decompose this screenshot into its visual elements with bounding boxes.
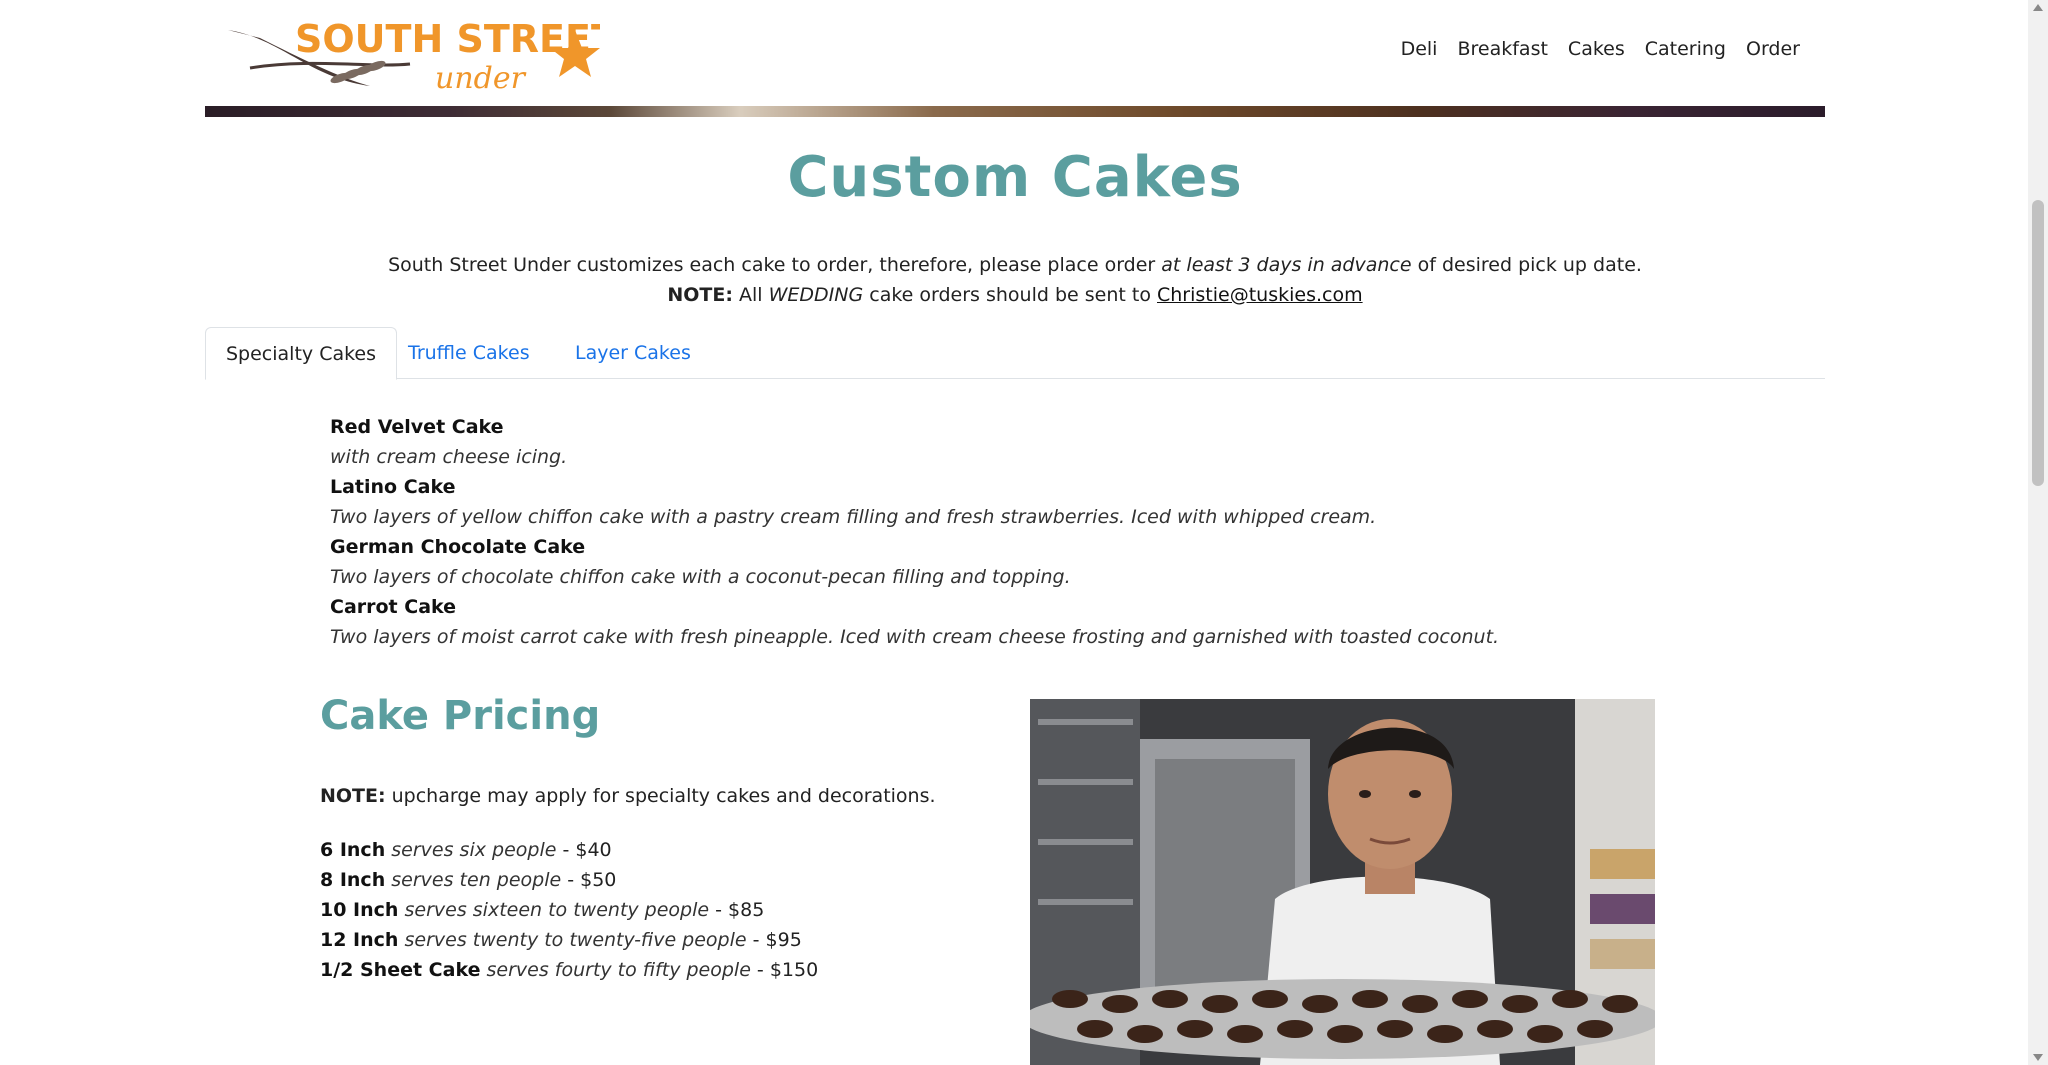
main-nav: Deli Breakfast Cakes Catering Order bbox=[1401, 38, 1800, 60]
nav-order[interactable]: Order bbox=[1746, 38, 1800, 60]
price-item: 6 Inch serves six people - $40 bbox=[320, 839, 612, 861]
price-size: 8 Inch bbox=[320, 869, 386, 891]
tab-layer-cakes[interactable]: Layer Cakes bbox=[555, 327, 711, 379]
price-size: 1/2 Sheet Cake bbox=[320, 959, 481, 981]
nav-cakes[interactable]: Cakes bbox=[1568, 38, 1625, 60]
pricing-note-text: upcharge may apply for specialty cakes a… bbox=[385, 785, 936, 807]
logo-text-main: SOUTH STREET bbox=[295, 17, 600, 61]
price-serves: serves ten people bbox=[391, 869, 562, 891]
pricing-title: Cake Pricing bbox=[320, 693, 601, 739]
price-value: $150 bbox=[769, 959, 819, 981]
scroll-up-icon[interactable] bbox=[2033, 4, 2043, 11]
cake-tabs: Specialty Cakes Truffle Cakes Layer Cake… bbox=[205, 327, 1825, 380]
cake-description: Two layers of chocolate chiffon cake wit… bbox=[330, 566, 1071, 588]
note-label: NOTE: bbox=[667, 284, 733, 306]
note-before: All bbox=[732, 284, 769, 306]
price-value: $95 bbox=[765, 929, 802, 951]
pricing-note: NOTE: upcharge may apply for specialty c… bbox=[320, 785, 936, 807]
page-title: Custom Cakes bbox=[787, 145, 1243, 210]
intro-emphasis: at least 3 days in advance bbox=[1161, 254, 1412, 276]
cake-description: Two layers of yellow chiffon cake with a… bbox=[330, 506, 1377, 528]
price-item: 12 Inch serves twenty to twenty-five peo… bbox=[320, 929, 802, 951]
price-size: 6 Inch bbox=[320, 839, 386, 861]
email-link[interactable]: Christie@tuskies.com bbox=[1157, 284, 1363, 306]
price-item: 10 Inch serves sixteen to twenty people … bbox=[320, 899, 765, 921]
price-value: $50 bbox=[580, 869, 617, 891]
cake-name: Red Velvet Cake bbox=[330, 416, 504, 438]
cake-description: Two layers of moist carrot cake with fre… bbox=[330, 626, 1500, 648]
logo-graphic: SOUTH STREET under bbox=[228, 17, 617, 96]
nav-deli[interactable]: Deli bbox=[1401, 38, 1438, 60]
specialty-cakes-list: Red Velvet Cake with cream cheese icing.… bbox=[330, 412, 1730, 652]
price-serves: serves twenty to twenty-five people bbox=[404, 929, 747, 951]
price-value: $85 bbox=[728, 899, 765, 921]
price-serves: serves six people bbox=[391, 839, 557, 861]
cake-name: Latino Cake bbox=[330, 476, 456, 498]
price-item: 1/2 Sheet Cake serves fourty to fifty pe… bbox=[320, 959, 819, 981]
scrollbar-thumb[interactable] bbox=[2032, 200, 2044, 486]
nav-catering[interactable]: Catering bbox=[1645, 38, 1726, 60]
price-serves: serves fourty to fifty people bbox=[486, 959, 751, 981]
pricing-note-label: NOTE: bbox=[320, 785, 386, 807]
cake-name: Carrot Cake bbox=[330, 596, 457, 618]
tab-truffle-cakes[interactable]: Truffle Cakes bbox=[388, 327, 550, 379]
intro-line: South Street Under customizes each cake … bbox=[205, 250, 1825, 280]
price-serves: serves sixteen to twenty people bbox=[404, 899, 710, 921]
note-emphasis: WEDDING bbox=[768, 284, 864, 306]
intro-text-before: South Street Under customizes each cake … bbox=[388, 254, 1162, 276]
cake-description: with cream cheese icing. bbox=[330, 446, 568, 468]
cake-name: German Chocolate Cake bbox=[330, 536, 586, 558]
price-value: $40 bbox=[575, 839, 612, 861]
site-logo[interactable]: SOUTH STREET under bbox=[220, 8, 617, 96]
intro-text: South Street Under customizes each cake … bbox=[205, 250, 1825, 310]
note-after: cake orders should be sent to bbox=[863, 284, 1157, 306]
tab-specialty-cakes[interactable]: Specialty Cakes bbox=[205, 327, 398, 380]
page-scrollbar[interactable] bbox=[2028, 0, 2048, 1065]
banner-image-strip bbox=[205, 106, 1825, 117]
price-size: 10 Inch bbox=[320, 899, 399, 921]
intro-text-after: of desired pick up date. bbox=[1411, 254, 1642, 276]
site-header: SOUTH STREET under Deli Breakfast Cakes … bbox=[205, 0, 1825, 106]
nav-breakfast[interactable]: Breakfast bbox=[1457, 38, 1547, 60]
baker-photo-graphic bbox=[1030, 699, 1655, 1065]
page: SOUTH STREET under Deli Breakfast Cakes … bbox=[0, 0, 2028, 1065]
logo-text-sub: under bbox=[435, 61, 527, 96]
price-list: 6 Inch serves six people - $40 8 Inch se… bbox=[320, 835, 818, 985]
scroll-down-icon[interactable] bbox=[2033, 1054, 2043, 1061]
baker-photo bbox=[1030, 699, 1655, 1065]
wedding-note: NOTE: All WEDDING cake orders should be … bbox=[205, 280, 1825, 310]
price-item: 8 Inch serves ten people - $50 bbox=[320, 869, 617, 891]
price-size: 12 Inch bbox=[320, 929, 399, 951]
